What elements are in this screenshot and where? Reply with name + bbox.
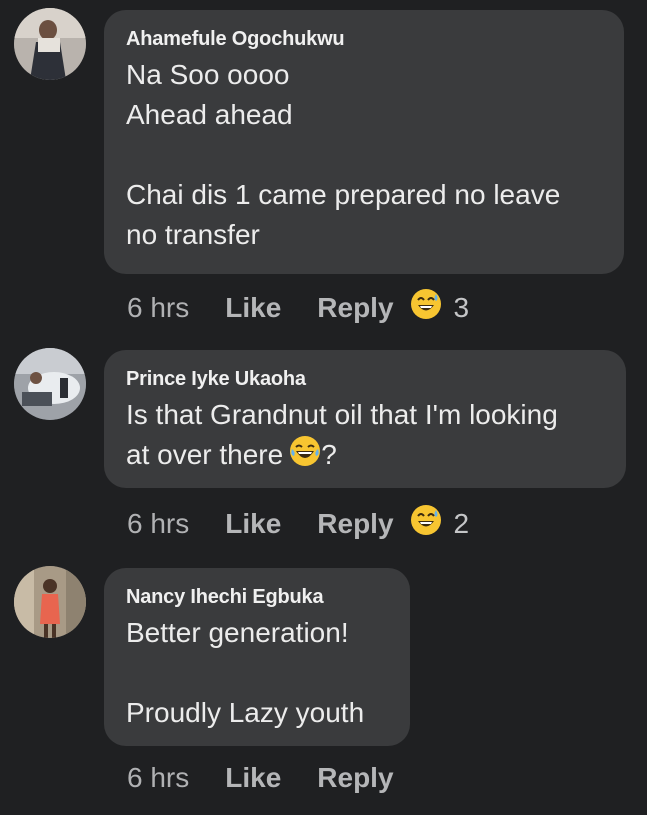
comment-author[interactable]: Prince Iyke Ukaoha <box>126 368 604 391</box>
grinning-sweat-emoji-icon <box>410 288 442 327</box>
comment-text-fragment: ? <box>321 439 337 470</box>
comment-actions: 6 hrs Like Reply 2 <box>127 504 469 543</box>
reply-button[interactable]: Reply <box>317 292 393 324</box>
comment-bubble: Ahamefule Ogochukwu Na Soo oooo Ahead ah… <box>104 10 624 274</box>
comment-text-line: Proudly Lazy youth <box>126 697 365 728</box>
avatar[interactable] <box>14 8 86 80</box>
comment-author[interactable]: Ahamefule Ogochukwu <box>126 28 602 51</box>
reaction-count: 2 <box>453 507 470 539</box>
grinning-sweat-emoji-icon <box>410 504 442 543</box>
timestamp[interactable]: 6 hrs <box>127 762 189 794</box>
comment-text-line: Na Soo oooo <box>126 59 290 90</box>
timestamp[interactable]: 6 hrs <box>127 292 189 324</box>
comment-text-line: no transfer <box>126 219 260 250</box>
comment-text-line: at over there ? <box>126 435 604 478</box>
like-button[interactable]: Like <box>225 292 281 324</box>
reaction-count: 3 <box>453 291 470 323</box>
reaction-summary[interactable]: 2 <box>410 504 470 543</box>
comment-bubble: Prince Iyke Ukaoha Is that Grandnut oil … <box>104 350 626 488</box>
timestamp[interactable]: 6 hrs <box>127 508 189 540</box>
comment-text-line: Is that Grandnut oil that I'm looking <box>126 399 558 430</box>
like-button[interactable]: Like <box>225 762 281 794</box>
reply-button[interactable]: Reply <box>317 508 393 540</box>
reply-button[interactable]: Reply <box>317 762 393 794</box>
reaction-summary[interactable]: 3 <box>410 288 470 327</box>
comment-actions: 6 hrs Like Reply <box>127 762 410 794</box>
comment-text-line: Ahead ahead <box>126 99 293 130</box>
comment-actions: 6 hrs Like Reply 3 <box>127 288 469 327</box>
comment-text-fragment: at over there <box>126 439 284 470</box>
like-button[interactable]: Like <box>225 508 281 540</box>
comment-text-line: Chai dis 1 came prepared no leave <box>126 179 561 210</box>
avatar[interactable] <box>14 348 86 420</box>
avatar[interactable] <box>14 566 86 638</box>
laughing-tears-emoji-icon <box>289 435 321 478</box>
comment-author[interactable]: Nancy Ihechi Egbuka <box>126 586 388 609</box>
comment-text-line: Better generation! <box>126 617 349 648</box>
comment-bubble: Nancy Ihechi Egbuka Better generation! P… <box>104 568 410 746</box>
